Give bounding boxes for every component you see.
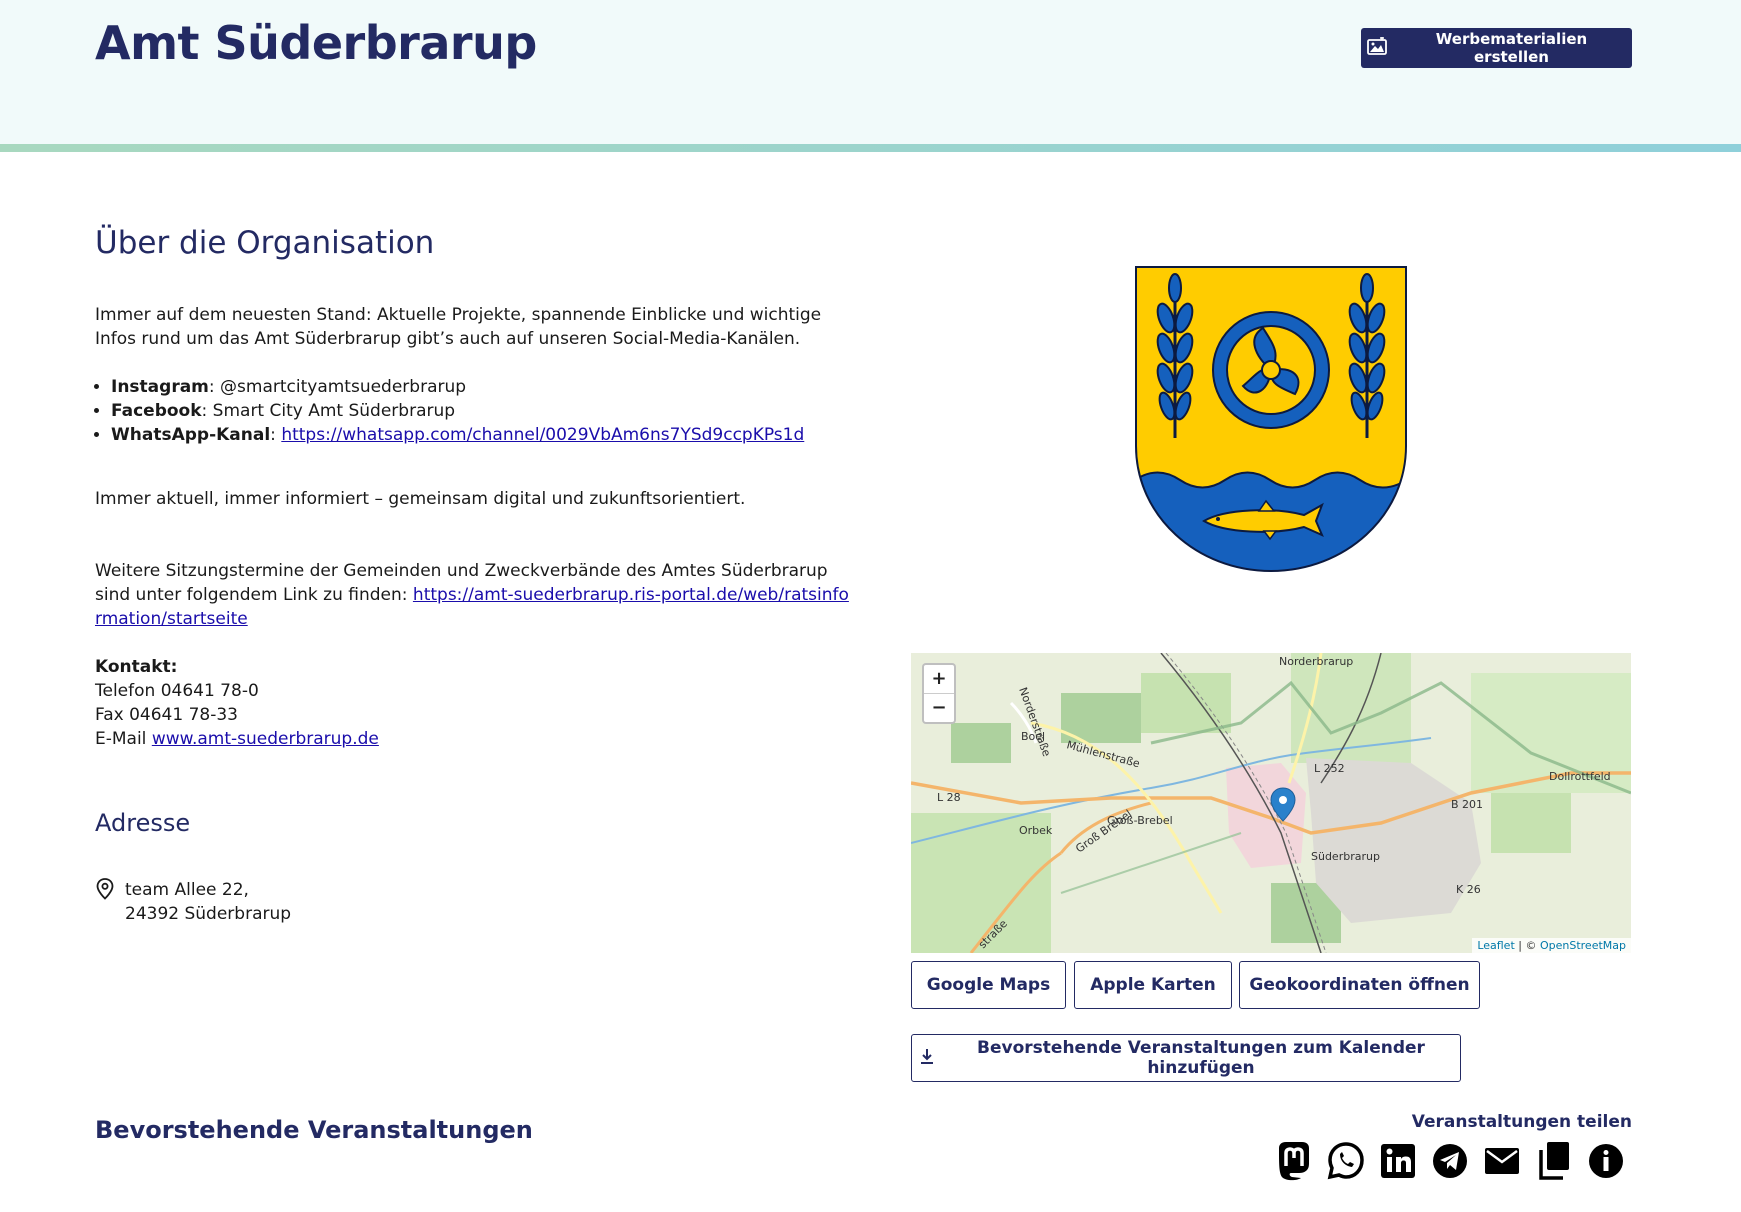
address-heading: Adresse: [95, 809, 191, 837]
contact-phone: Telefon 04641 78-0: [95, 681, 259, 701]
social-label-whatsapp: WhatsApp-Kanal: [111, 425, 271, 445]
google-maps-button[interactable]: Google Maps: [911, 961, 1066, 1009]
mastodon-icon[interactable]: [1275, 1140, 1313, 1182]
social-list: Instagram: @smartcityamtsuederbrarup Fac…: [95, 375, 855, 447]
map-label-orbek: Orbek: [1019, 824, 1053, 837]
contact-email-link[interactable]: www.amt-suederbrarup.de: [152, 729, 379, 749]
map-label-b201: B 201: [1451, 798, 1483, 811]
contact-email-prefix: E-Mail: [95, 729, 152, 749]
location-pin-icon: [95, 878, 115, 926]
map-zoom-control: + −: [922, 663, 956, 724]
open-geo-coordinates-button[interactable]: Geokoordinaten öffnen: [1239, 961, 1480, 1009]
contact-fax: Fax 04641 78-33: [95, 705, 238, 725]
leaflet-link[interactable]: Leaflet: [1477, 939, 1514, 952]
address-block: team Allee 22, 24392 Süderbrarup: [95, 878, 291, 926]
whatsapp-icon[interactable]: [1327, 1140, 1365, 1182]
social-label-facebook: Facebook: [111, 401, 202, 421]
map-label-l28: L 28: [937, 791, 961, 804]
create-promo-materials-label: Werbematerialien erstellen: [1435, 30, 1588, 66]
info-icon[interactable]: [1587, 1140, 1625, 1182]
page-header: Amt Süderbrarup Werbematerialien erstell…: [0, 0, 1741, 144]
list-item: Instagram: @smartcityamtsuederbrarup: [111, 375, 855, 399]
social-value-facebook: Smart City Amt Süderbrarup: [212, 401, 456, 421]
header-divider: [0, 144, 1741, 152]
image-edit-icon: [1367, 36, 1387, 59]
create-promo-materials-button[interactable]: Werbematerialien erstellen: [1361, 28, 1632, 68]
openstreetmap-link[interactable]: OpenStreetMap: [1540, 939, 1626, 952]
email-icon[interactable]: [1483, 1140, 1521, 1182]
map-label-suederbrarup: Süderbrarup: [1311, 850, 1380, 863]
contact-label: Kontakt:: [95, 657, 178, 677]
list-item: Facebook: Smart City Amt Süderbrarup: [111, 399, 855, 423]
download-icon: [918, 1047, 936, 1070]
map-label-k26: K 26: [1456, 883, 1481, 896]
apple-maps-button[interactable]: Apple Karten: [1074, 961, 1232, 1009]
map-attribution: Leaflet | © OpenStreetMap: [1472, 938, 1631, 953]
linkedin-icon[interactable]: [1379, 1140, 1417, 1182]
map-label-l252: L 252: [1314, 762, 1345, 775]
address-line-2: 24392 Süderbrarup: [125, 904, 292, 924]
upcoming-events-heading: Bevorstehende Veranstaltungen: [95, 1116, 533, 1144]
social-value-instagram: @smartcityamtsuederbrarup: [220, 377, 467, 397]
add-events-to-calendar-label: Bevorstehende Veranstaltungen zum Kalend…: [977, 1038, 1425, 1078]
location-map[interactable]: Norderbrarup Boel Mühlenstraße Norderstr…: [911, 653, 1631, 953]
zoom-out-button[interactable]: −: [924, 693, 954, 722]
list-item: WhatsApp-Kanal: https://whatsapp.com/cha…: [111, 423, 855, 447]
share-events-label: Veranstaltungen teilen: [1411, 1112, 1632, 1132]
about-heading: Über die Organisation: [95, 225, 435, 261]
about-tagline: Immer aktuell, immer informiert – gemein…: [95, 489, 746, 509]
attribution-separator: | ©: [1514, 939, 1540, 952]
address-line-1: team Allee 22,: [125, 880, 249, 900]
page-title: Amt Süderbrarup: [95, 16, 537, 70]
copy-icon[interactable]: [1535, 1140, 1573, 1182]
share-icon-bar: [1275, 1140, 1625, 1182]
telegram-icon[interactable]: [1431, 1140, 1469, 1182]
social-label-instagram: Instagram: [111, 377, 209, 397]
whatsapp-channel-link[interactable]: https://whatsapp.com/channel/0029VbAm6ns…: [281, 425, 804, 445]
contact-block: Kontakt: Telefon 04641 78-0 Fax 04641 78…: [95, 655, 855, 751]
add-events-to-calendar-button[interactable]: Bevorstehende Veranstaltungen zum Kalend…: [911, 1034, 1461, 1082]
sessions-paragraph: Weitere Sitzungstermine der Gemeinden un…: [95, 559, 855, 631]
map-label-dollrottfeld: Dollrottfeld: [1549, 770, 1611, 783]
coat-of-arms-image: [1135, 266, 1407, 573]
about-section: Über die Organisation Immer auf dem neue…: [95, 225, 855, 837]
map-label-norderbrarup: Norderbrarup: [1279, 655, 1353, 668]
about-intro: Immer auf dem neuesten Stand: Aktuelle P…: [95, 305, 822, 349]
zoom-in-button[interactable]: +: [924, 665, 954, 693]
